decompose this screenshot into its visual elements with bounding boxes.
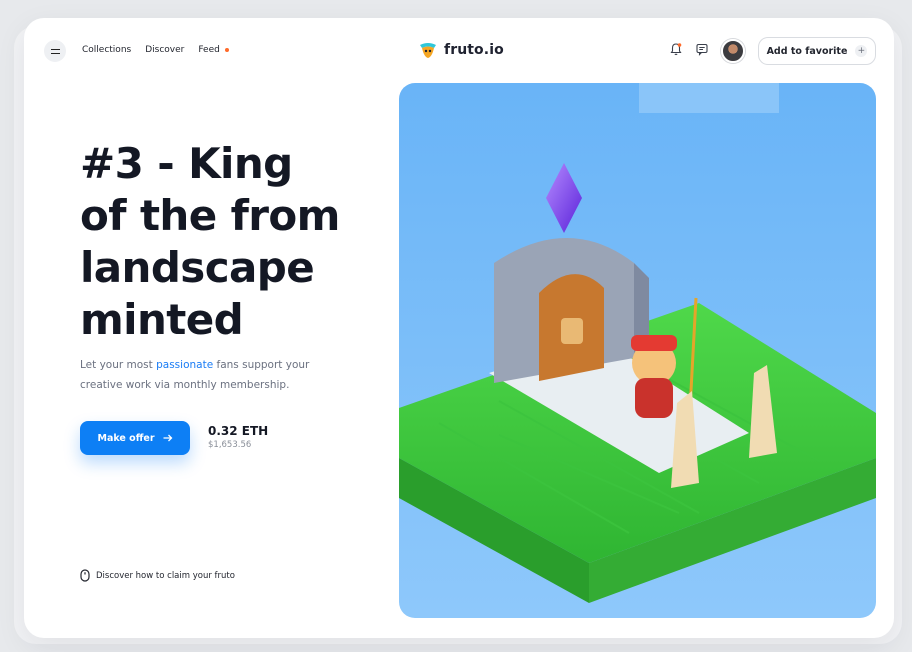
logo-icon [420, 43, 436, 58]
main-card: Collections Discover Feed fruto.io Add t… [24, 18, 894, 638]
price-usd: $1,653.56 [208, 440, 252, 450]
feed-notification-dot [224, 48, 229, 52]
menu-button[interactable] [44, 40, 66, 62]
hero-subtitle: Let your most passionate fans support yo… [80, 359, 310, 391]
king-landscape-illustration [399, 83, 876, 618]
user-avatar[interactable] [721, 39, 745, 63]
nav-item-feed[interactable]: Feed [198, 45, 229, 55]
brand-name: fruto.io [444, 42, 504, 58]
menu-icon [50, 48, 60, 54]
messages-button[interactable] [695, 42, 709, 56]
bell-icon [670, 43, 682, 56]
chat-icon [696, 43, 708, 56]
top-nav: Collections Discover Feed [82, 45, 229, 55]
mouse-icon [80, 569, 90, 582]
header-icons [669, 42, 709, 56]
price-eth: 0.32 ETH [208, 424, 269, 438]
nav-item-discover[interactable]: Discover [145, 45, 184, 55]
arrow-right-icon [163, 434, 172, 442]
page-title: #3 - King of the from landscape minted [80, 139, 340, 344]
make-offer-button[interactable]: Make offer [80, 421, 190, 455]
add-to-favorite-button[interactable]: Add to favorite + [758, 37, 876, 65]
brand-logo[interactable]: fruto.io [418, 41, 504, 59]
notifications-button[interactable] [669, 42, 683, 56]
nav-item-collections[interactable]: Collections [82, 45, 131, 55]
claim-link[interactable]: Discover how to claim your fruto [80, 569, 235, 582]
price-info: 0.32 ETH $1,653.56 [208, 424, 268, 450]
subtitle-highlight: passionate [156, 359, 214, 371]
nft-artwork [399, 83, 876, 618]
plus-icon: + [855, 45, 868, 57]
